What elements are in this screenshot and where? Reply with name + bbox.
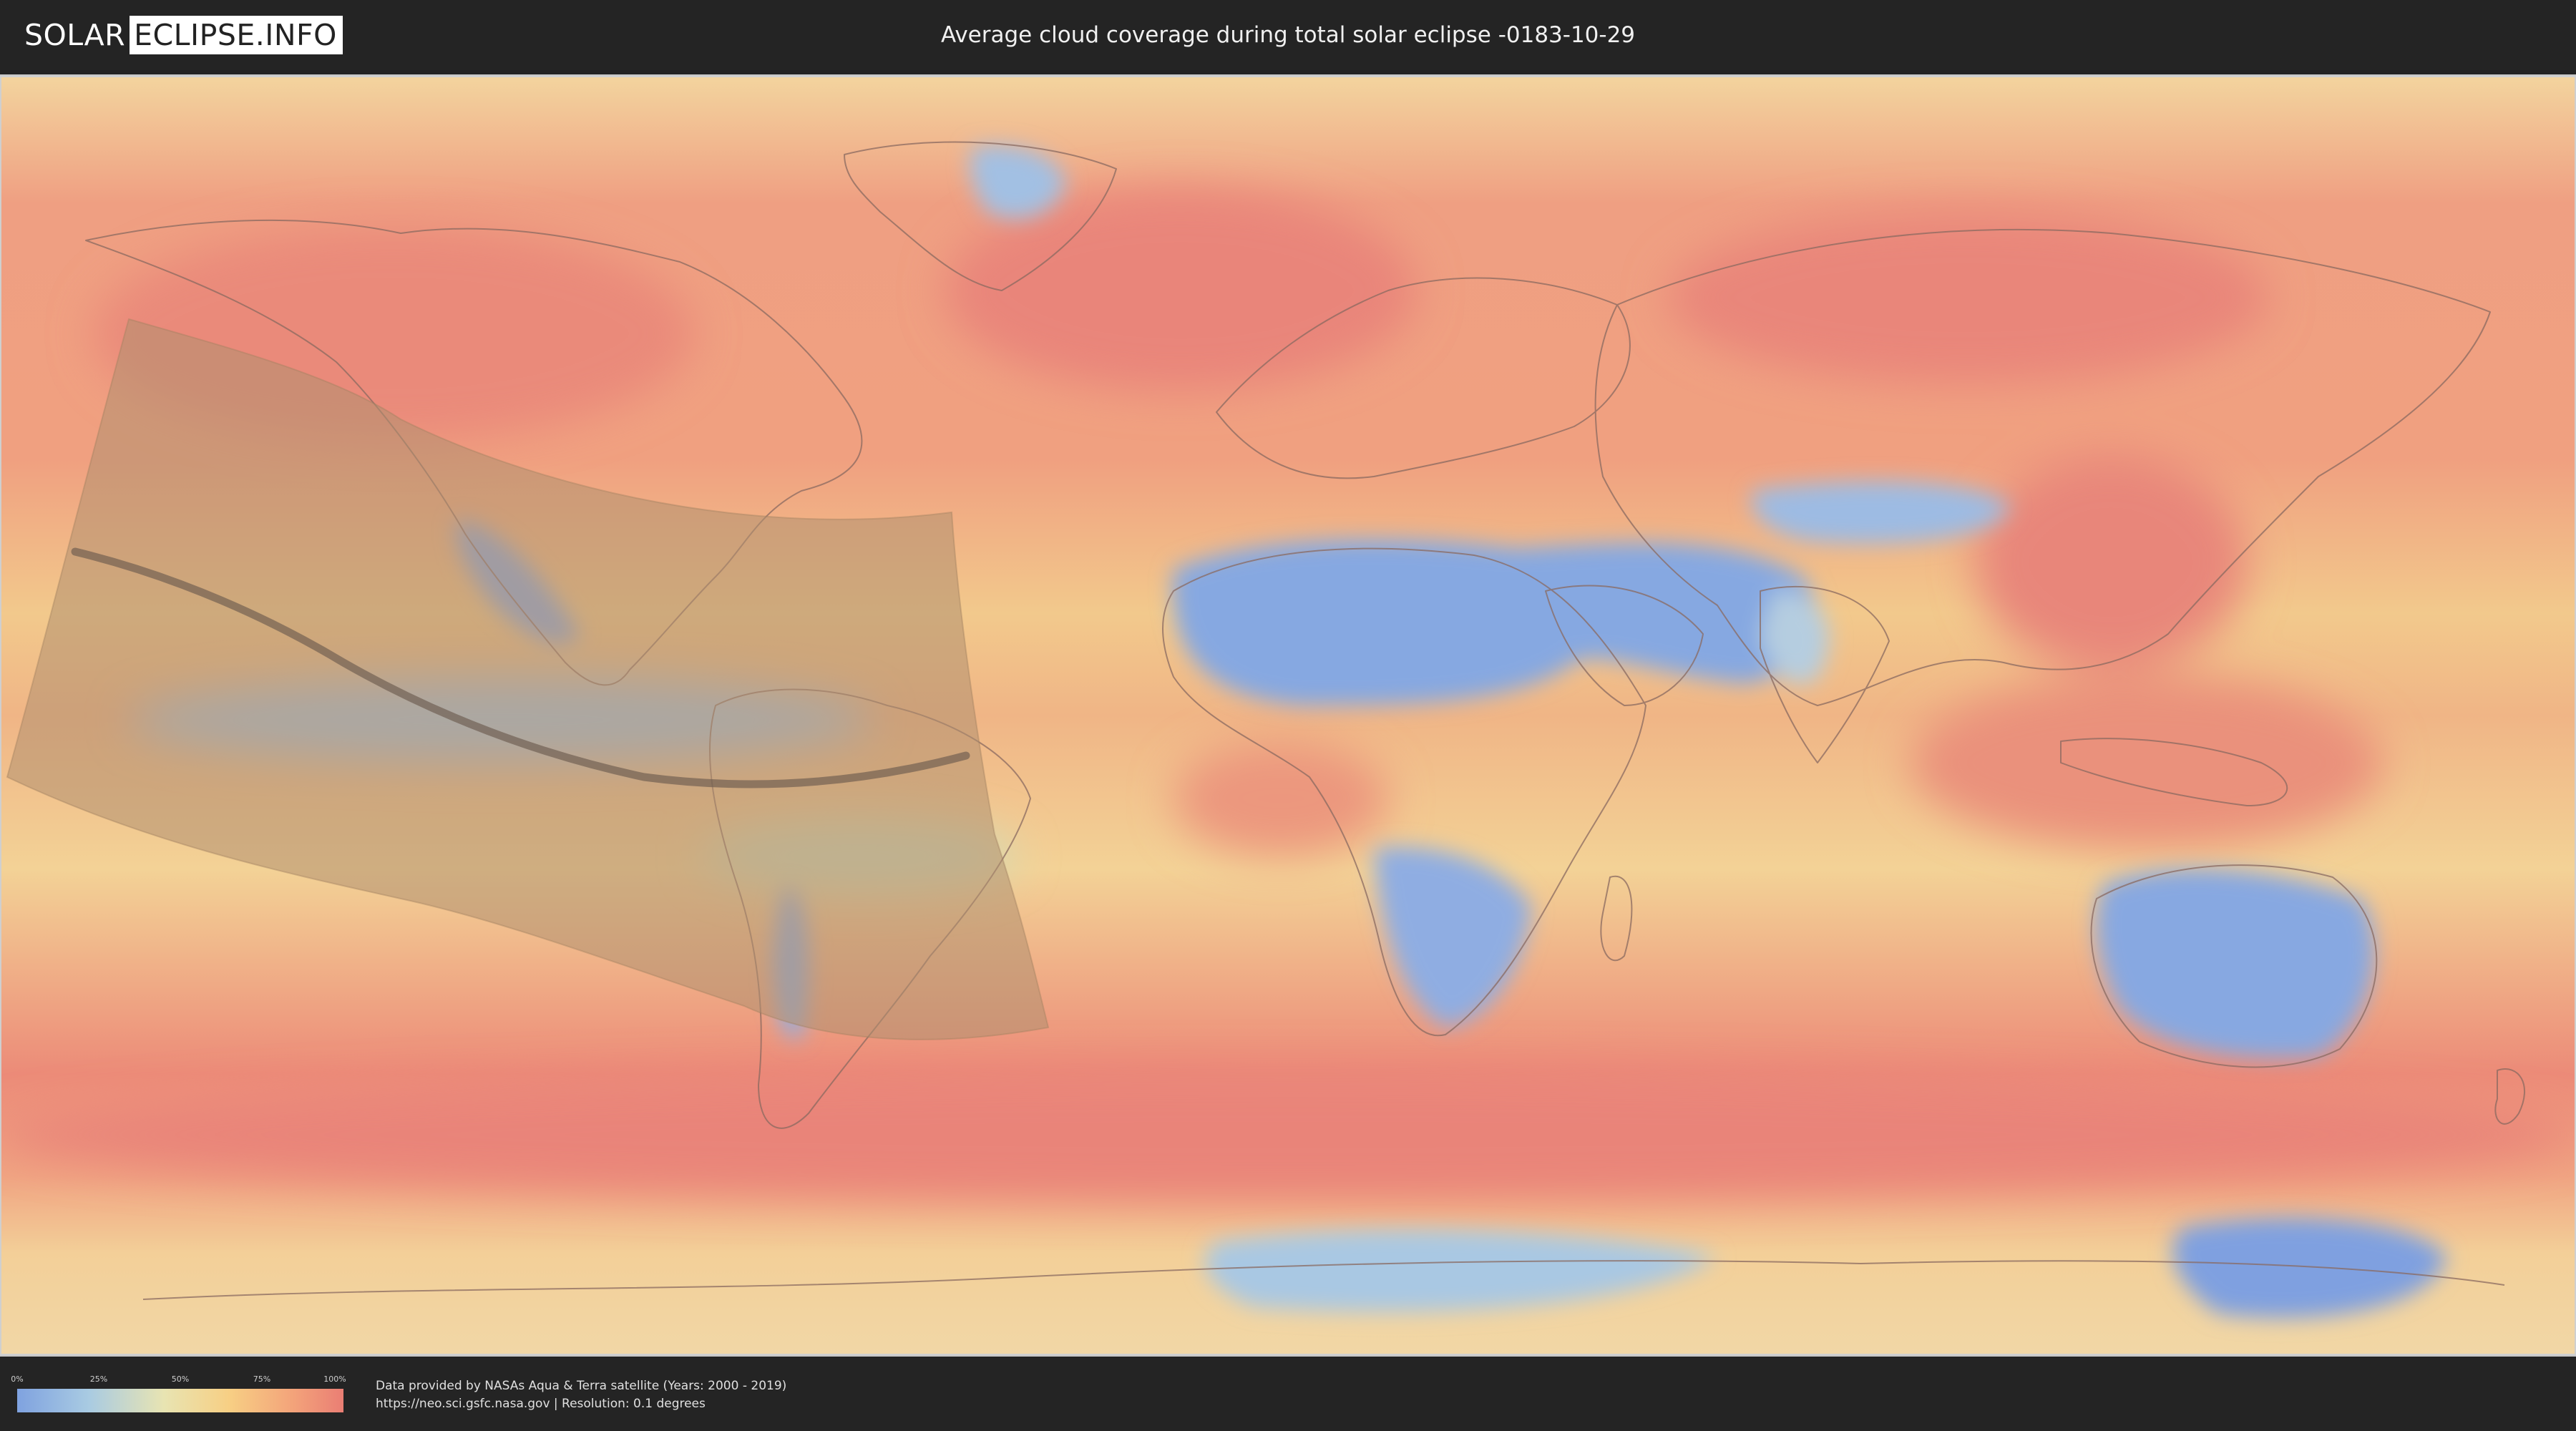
legend-tick-50: 50% [171,1374,190,1384]
footer-bar [0,1358,2576,1431]
page-title: Average cloud coverage during total sola… [940,22,1636,48]
data-source-url[interactable]: https://neo.sci.gsfc.nasa.gov | Resoluti… [376,1397,706,1411]
legend-tick-100: 100% [323,1374,346,1384]
cloud-blob-southern-ocean-band [0,1070,2576,1199]
cloud-coverage-legend-bar [17,1389,343,1412]
clear-region-sahara-arabia [1173,539,1818,705]
legend-tick-0: 0% [11,1374,24,1384]
legend-tick-75: 75% [253,1374,271,1384]
data-source-credit: Data provided by NASAs Aqua & Terra sate… [376,1379,787,1393]
cloud-blob-north-atlantic [945,190,1417,391]
cloud-blob-siberia [1667,212,2268,384]
header-bar: SOLAR ECLIPSE.INFO Average cloud coverag… [0,0,2576,70]
legend-tick-labels: 0% 25% 50% 75% 100% [11,1374,346,1384]
cloud-blob-china [1975,455,2247,670]
cloud-coverage-world-map [0,76,2576,1355]
cloud-blob-indonesia [1911,677,2383,849]
legend-tick-25: 25% [89,1374,108,1384]
